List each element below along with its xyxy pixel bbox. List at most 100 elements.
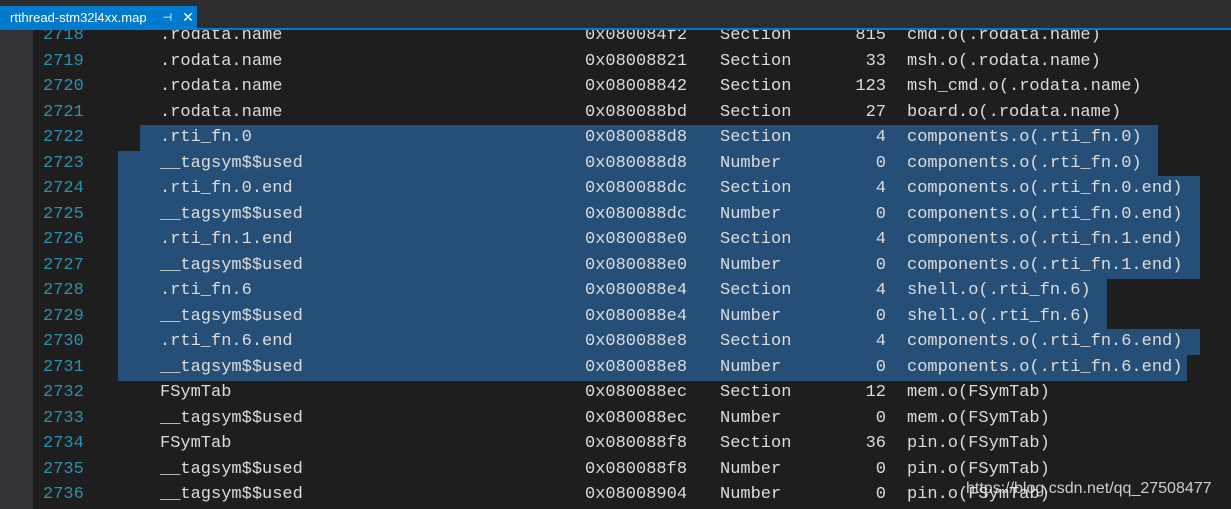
- code-line[interactable]: 2720 .rodata.name 0x08008842 Section 123 msh_…: [33, 74, 1231, 100]
- symbol-type: Section: [720, 230, 792, 249]
- object-file: mem.o(FSymTab): [907, 383, 1050, 402]
- line-number: 2718: [43, 30, 84, 45]
- symbol-size: 0: [875, 153, 886, 173]
- symbol-name: FSymTab: [160, 383, 232, 402]
- symbol-name: .rti_fn.0.end: [160, 179, 293, 198]
- symbol-type: Section: [720, 128, 792, 147]
- symbol-type: Section: [720, 332, 792, 351]
- symbol-name: .rti_fn.6.end: [160, 332, 293, 351]
- symbol-name: __tagsym$$used: [160, 408, 303, 428]
- code-line[interactable]: 2729 __tagsym$$used 0x080088e4 Number 0 shell…: [33, 304, 1231, 330]
- line-number: 2728: [43, 281, 84, 300]
- line-number: 2730: [43, 332, 84, 351]
- symbol-address: 0x080088e4: [585, 306, 688, 326]
- code-line[interactable]: 2734 FSymTab 0x080088f8 Section 36 pin.o(FSym…: [33, 431, 1231, 457]
- object-file: board.o(.rodata.name): [907, 102, 1122, 122]
- symbol-type: Number: [720, 204, 782, 224]
- symbol-name: __tagsym$$used: [160, 357, 303, 377]
- symbol-address: 0x080088d8: [585, 153, 688, 173]
- tab-bar: rtthread-stm32l4xx.map ⊣ ✕: [0, 0, 1231, 28]
- symbol-size: 27: [865, 102, 886, 122]
- code-line[interactable]: 2735 __tagsym$$used 0x080088f8 Number 0 pin.o…: [33, 457, 1231, 483]
- close-icon[interactable]: ✕: [182, 9, 194, 26]
- code-line[interactable]: 2730 .rti_fn.6.end 0x080088e8 Section 4 compo…: [33, 329, 1231, 355]
- object-file: pin.o(FSymTab): [907, 459, 1050, 479]
- symbol-name: .rti_fn.1.end: [160, 230, 293, 249]
- code-line[interactable]: 2731 __tagsym$$used 0x080088e8 Number 0 compo…: [33, 355, 1231, 381]
- symbol-name: .rti_fn.0: [160, 128, 252, 147]
- object-file: components.o(.rti_fn.6.end): [907, 357, 1183, 377]
- object-file: mem.o(FSymTab): [907, 408, 1050, 428]
- symbol-name: .rodata.name: [160, 77, 283, 96]
- symbol-size: 4: [875, 332, 886, 351]
- line-number: 2729: [43, 306, 84, 326]
- symbol-name: FSymTab: [160, 434, 232, 453]
- object-file: msh.o(.rodata.name): [907, 51, 1101, 71]
- code-line[interactable]: 2723 __tagsym$$used 0x080088d8 Number 0 compo…: [33, 151, 1231, 177]
- object-file: components.o(.rti_fn.0): [907, 128, 1142, 147]
- object-file: components.o(.rti_fn.1.end): [907, 255, 1183, 275]
- editor-margin: [0, 30, 33, 509]
- line-number: 2726: [43, 230, 84, 249]
- code-line[interactable]: 2733 __tagsym$$used 0x080088ec Number 0 mem.o…: [33, 406, 1231, 432]
- line-number: 2724: [43, 179, 84, 198]
- line-number: 2732: [43, 383, 84, 402]
- symbol-address: 0x080088e4: [585, 281, 688, 300]
- symbol-size: 4: [875, 281, 886, 300]
- symbol-address: 0x08008904: [585, 485, 688, 504]
- symbol-type: Number: [720, 255, 782, 275]
- symbol-address: 0x080088e0: [585, 230, 688, 249]
- code-line[interactable]: 2728 .rti_fn.6 0x080088e4 Section 4 shell.o(.…: [33, 278, 1231, 304]
- symbol-address: 0x080088f8: [585, 459, 688, 479]
- line-number: 2723: [43, 153, 84, 173]
- code-line[interactable]: 2722 .rti_fn.0 0x080088d8 Section 4 component…: [33, 125, 1231, 151]
- symbol-size: 4: [875, 230, 886, 249]
- symbol-size: 4: [875, 128, 886, 147]
- editor-text-area[interactable]: 2718 .rodata.name 0x080084f2 Section 815 cmd.…: [33, 30, 1231, 509]
- symbol-type: Number: [720, 459, 782, 479]
- line-number: 2734: [43, 434, 84, 453]
- symbol-size: 0: [875, 459, 886, 479]
- object-file: components.o(.rti_fn.0): [907, 153, 1142, 173]
- line-number: 2719: [43, 51, 84, 71]
- object-file: shell.o(.rti_fn.6): [907, 306, 1091, 326]
- symbol-address: 0x080088dc: [585, 179, 688, 198]
- line-number: 2725: [43, 204, 84, 224]
- symbol-name: __tagsym$$used: [160, 485, 303, 504]
- line-number: 2735: [43, 459, 84, 479]
- symbol-type: Number: [720, 408, 782, 428]
- object-file: msh_cmd.o(.rodata.name): [907, 77, 1142, 96]
- symbol-name: __tagsym$$used: [160, 459, 303, 479]
- code-line[interactable]: 2725 __tagsym$$used 0x080088dc Number 0 compo…: [33, 202, 1231, 228]
- pin-icon[interactable]: ⊣: [163, 11, 173, 24]
- code-line[interactable]: 2721 .rodata.name 0x080088bd Section 27 board…: [33, 100, 1231, 126]
- symbol-address: 0x080088d8: [585, 128, 688, 147]
- code-line[interactable]: 2732 FSymTab 0x080088ec Section 12 mem.o(FSym…: [33, 380, 1231, 406]
- code-line[interactable]: 2727 __tagsym$$used 0x080088e0 Number 0 compo…: [33, 253, 1231, 279]
- code-line[interactable]: 2726 .rti_fn.1.end 0x080088e0 Section 4 compo…: [33, 227, 1231, 253]
- symbol-type: Number: [720, 153, 782, 173]
- symbol-size: 0: [875, 204, 886, 224]
- symbol-address: 0x08008821: [585, 51, 688, 71]
- symbol-type: Section: [720, 30, 792, 45]
- object-file: components.o(.rti_fn.6.end): [907, 332, 1183, 351]
- watermark: https://blog.csdn.net/qq_27508477: [966, 480, 1212, 497]
- symbol-type: Number: [720, 485, 782, 504]
- symbol-address: 0x080088bd: [585, 102, 688, 122]
- code-line[interactable]: 2719 .rodata.name 0x08008821 Section 33 msh.o…: [33, 49, 1231, 75]
- code-line[interactable]: 2724 .rti_fn.0.end 0x080088dc Section 4 compo…: [33, 176, 1231, 202]
- symbol-size: 33: [865, 51, 886, 71]
- symbol-size: 12: [865, 383, 886, 402]
- code-line[interactable]: 2718 .rodata.name 0x080084f2 Section 815 cmd.…: [33, 30, 1231, 49]
- tab-map-file[interactable]: rtthread-stm32l4xx.map ⊣ ✕: [0, 6, 197, 28]
- symbol-type: Number: [720, 357, 782, 377]
- symbol-size: 0: [875, 485, 886, 504]
- symbol-address: 0x080088ec: [585, 408, 688, 428]
- tab-title: rtthread-stm32l4xx.map: [10, 9, 147, 25]
- line-number: 2727: [43, 255, 84, 275]
- symbol-size: 0: [875, 306, 886, 326]
- symbol-name: __tagsym$$used: [160, 306, 303, 326]
- symbol-name: __tagsym$$used: [160, 255, 303, 275]
- line-number: 2736: [43, 485, 84, 504]
- object-file: components.o(.rti_fn.1.end): [907, 230, 1183, 249]
